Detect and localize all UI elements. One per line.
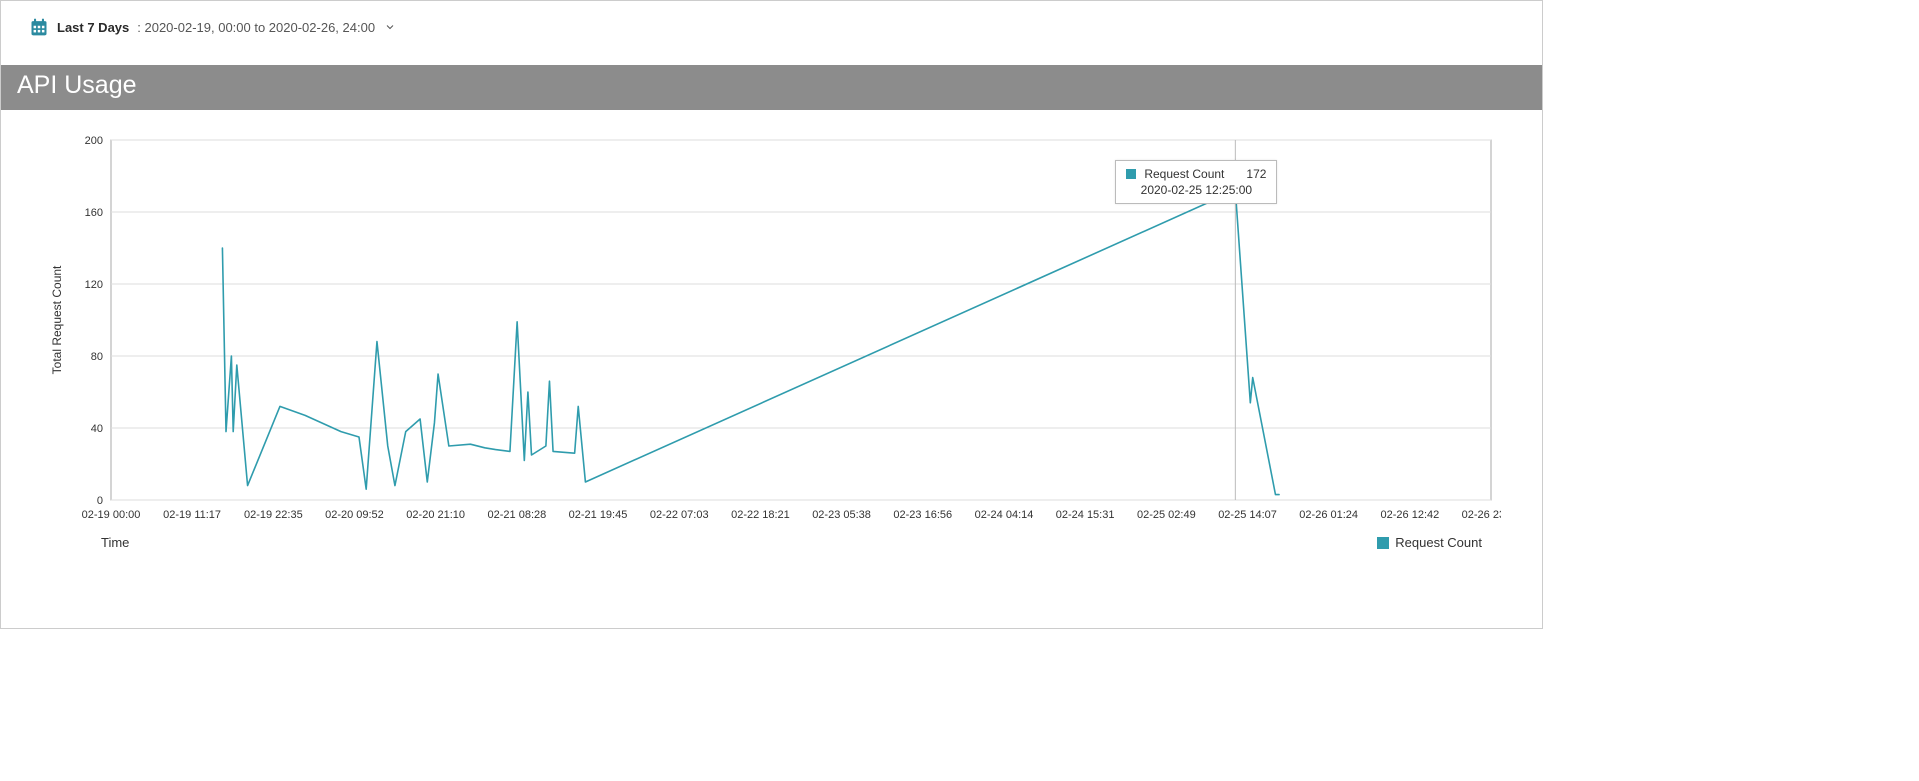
svg-text:02-24 15:31: 02-24 15:31 xyxy=(1056,509,1115,521)
svg-text:02-19 11:17: 02-19 11:17 xyxy=(163,509,221,521)
svg-text:02-20 09:52: 02-20 09:52 xyxy=(325,509,384,521)
section-title: API Usage xyxy=(17,71,137,99)
x-axis-label: Time xyxy=(101,535,129,550)
legend-series-name: Request Count xyxy=(1395,535,1482,550)
chevron-down-icon xyxy=(383,20,397,34)
tooltip-swatch xyxy=(1126,169,1136,179)
svg-text:200: 200 xyxy=(85,135,103,147)
chart-legend[interactable]: Request Count xyxy=(1377,535,1482,550)
svg-text:02-26 01:24: 02-26 01:24 xyxy=(1299,509,1358,521)
calendar-icon xyxy=(29,17,49,37)
panel-container: Last 7 Days : 2020-02-19, 00:00 to 2020-… xyxy=(0,0,1543,629)
svg-text:02-24 04:14: 02-24 04:14 xyxy=(975,509,1034,521)
svg-text:120: 120 xyxy=(85,279,103,291)
tooltip-series-name: Request Count xyxy=(1144,167,1224,181)
svg-text:02-23 16:56: 02-23 16:56 xyxy=(893,509,952,521)
svg-text:0: 0 xyxy=(97,495,103,507)
date-range-label: Last 7 Days xyxy=(57,20,129,35)
section-title-bar: API Usage xyxy=(1,65,1542,110)
svg-text:Total Request Count: Total Request Count xyxy=(50,265,64,374)
svg-text:40: 40 xyxy=(91,423,103,435)
date-range-picker[interactable]: Last 7 Days : 2020-02-19, 00:00 to 2020-… xyxy=(1,1,1542,65)
api-usage-chart[interactable]: 0 40 80 120 160 200 02-19 00:00 02-19 11:17 02-1… xyxy=(41,130,1501,550)
svg-text:80: 80 xyxy=(91,351,103,363)
svg-text:02-22 07:03: 02-22 07:03 xyxy=(650,509,709,521)
svg-text:02-19 00:00: 02-19 00:00 xyxy=(82,509,141,521)
svg-text:02-22 18:21: 02-22 18:21 xyxy=(731,509,790,521)
svg-text:02-20 21:10: 02-20 21:10 xyxy=(406,509,465,521)
svg-text:02-25 02:49: 02-25 02:49 xyxy=(1137,509,1196,521)
legend-swatch xyxy=(1377,537,1389,549)
svg-text:02-21 19:45: 02-21 19:45 xyxy=(569,509,628,521)
chart-area: 0 40 80 120 160 200 02-19 00:00 02-19 11:17 02-1… xyxy=(1,110,1542,560)
svg-text:02-26 23:59: 02-26 23:59 xyxy=(1462,509,1501,521)
svg-text:02-23 05:38: 02-23 05:38 xyxy=(812,509,871,521)
svg-text:02-25 14:07: 02-25 14:07 xyxy=(1218,509,1277,521)
svg-text:02-21 08:28: 02-21 08:28 xyxy=(488,509,547,521)
chart-tooltip: Request Count 172 2020-02-25 12:25:00 xyxy=(1115,160,1277,204)
svg-text:02-19 22:35: 02-19 22:35 xyxy=(244,509,303,521)
tooltip-timestamp: 2020-02-25 12:25:00 xyxy=(1126,183,1266,197)
svg-text:160: 160 xyxy=(85,207,103,219)
date-range-text: : 2020-02-19, 00:00 to 2020-02-26, 24:00 xyxy=(137,20,375,35)
svg-text:02-26 12:42: 02-26 12:42 xyxy=(1381,509,1440,521)
tooltip-value: 172 xyxy=(1246,167,1266,181)
